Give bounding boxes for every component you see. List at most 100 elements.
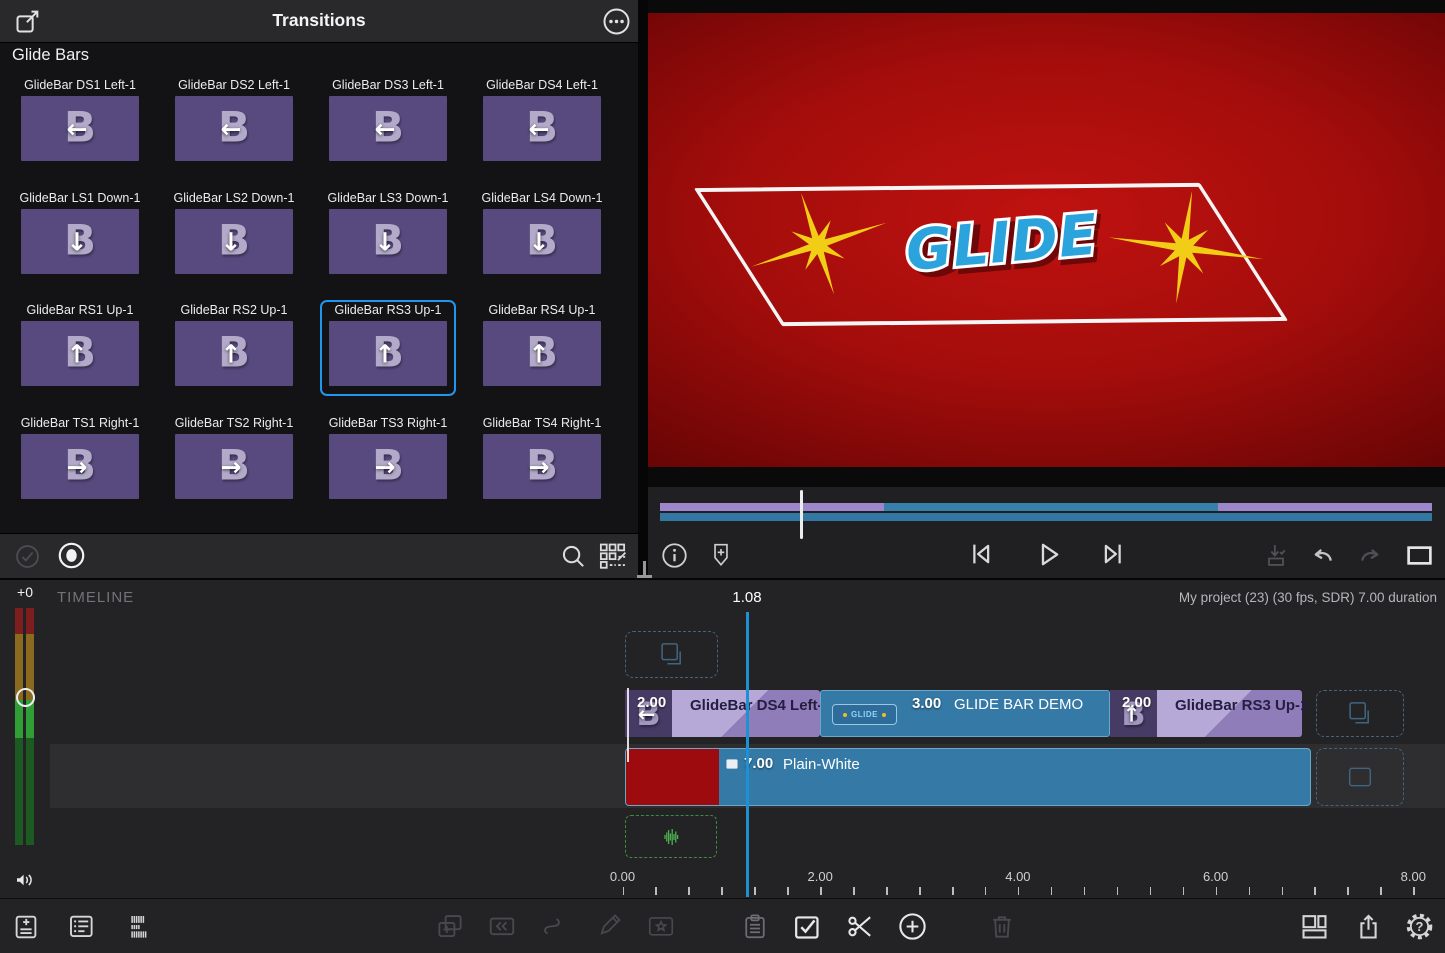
share-export-button[interactable] bbox=[1351, 906, 1385, 946]
clip-transition-in[interactable]: B ← 2.00 GlideBar DS4 Left-1 bbox=[625, 690, 820, 737]
undo-button[interactable] bbox=[1304, 536, 1340, 574]
select-clips-button[interactable] bbox=[789, 906, 823, 946]
transition-item-glidebar-ds3-left-1[interactable]: GlideBar DS3 Left-1B← bbox=[320, 75, 456, 171]
transition-grid: GlideBar DS1 Left-1B←GlideBar DS2 Left-1… bbox=[0, 0, 638, 533]
delete-clip-button[interactable] bbox=[985, 906, 1019, 946]
direction-arrow-icon: ↓ bbox=[18, 227, 136, 256]
ruler-tick bbox=[1314, 887, 1316, 895]
help-settings-button[interactable]: ? bbox=[1402, 906, 1436, 946]
transition-item-glidebar-rs1-up-1[interactable]: GlideBar RS1 Up-1B↑ bbox=[12, 300, 148, 396]
record-preview-button[interactable] bbox=[53, 536, 89, 574]
transition-item-label: GlideBar LS1 Down-1 bbox=[14, 191, 146, 205]
clip-main-title[interactable]: GLIDE 3.00 GLIDE BAR DEMO bbox=[820, 690, 1110, 737]
clip-duration: 2.00 bbox=[637, 694, 666, 711]
timeline-label: TIMELINE bbox=[57, 589, 134, 606]
ruler-label: 6.00 bbox=[1192, 869, 1240, 884]
transition-item-label: GlideBar TS4 Right-1 bbox=[476, 416, 608, 430]
audio-track-drop-target[interactable] bbox=[625, 815, 717, 858]
transition-thumbnail: B→ bbox=[175, 434, 293, 499]
clip-name: Plain-White bbox=[783, 756, 860, 773]
clip-speed-button[interactable] bbox=[485, 906, 519, 946]
direction-arrow-icon: → bbox=[172, 452, 290, 481]
transition-item-glidebar-ds1-left-1[interactable]: GlideBar DS1 Left-1B← bbox=[12, 75, 148, 171]
transition-thumbnail: B↓ bbox=[329, 209, 447, 274]
add-clip-button[interactable] bbox=[895, 906, 929, 946]
transition-item-glidebar-ts2-right-1[interactable]: GlideBar TS2 Right-1B→ bbox=[166, 413, 302, 509]
transition-item-glidebar-rs3-up-1[interactable]: GlideBar RS3 Up-1B↑ bbox=[320, 300, 456, 396]
scrubber-track1-bar[interactable] bbox=[660, 503, 1432, 511]
preview-area: GLIDE GLIDE bbox=[648, 0, 1445, 487]
layout-toggle-button[interactable] bbox=[1297, 906, 1331, 946]
transition-item-label: GlideBar TS3 Right-1 bbox=[322, 416, 454, 430]
thumbnail-view-options-icon[interactable] bbox=[594, 536, 630, 574]
ruler-tick bbox=[1084, 887, 1086, 895]
bottom-toolbar: ? bbox=[0, 898, 1445, 953]
transition-item-glidebar-rs4-up-1[interactable]: GlideBar RS4 Up-1B↑ bbox=[474, 300, 610, 396]
clip-transition-out[interactable]: B ↑ 2.00 GlideBar RS3 Up-1 bbox=[1110, 690, 1302, 737]
transition-thumbnail: B↓ bbox=[175, 209, 293, 274]
timeline-ruler[interactable]: 0.002.004.006.008.00 bbox=[0, 580, 1445, 898]
ruler-tick bbox=[1347, 887, 1349, 895]
transition-item-label: GlideBar RS1 Up-1 bbox=[14, 303, 146, 317]
panel-resize-handle[interactable] bbox=[643, 561, 646, 576]
transition-item-glidebar-ls4-down-1[interactable]: GlideBar LS4 Down-1B↓ bbox=[474, 188, 610, 284]
redo-button[interactable] bbox=[1353, 536, 1389, 574]
ruler-label: 0.00 bbox=[599, 869, 647, 884]
add-media-to-timeline-button[interactable] bbox=[9, 906, 43, 946]
speaker-icon[interactable] bbox=[7, 861, 43, 899]
scrubber-track2-bar[interactable] bbox=[660, 513, 1432, 521]
transition-thumbnail: B↓ bbox=[483, 209, 601, 274]
play-button[interactable] bbox=[1029, 535, 1065, 573]
project-info: My project (23) (30 fps, SDR) 7.00 durat… bbox=[1179, 590, 1437, 605]
transition-item-glidebar-ls2-down-1[interactable]: GlideBar LS2 Down-1B↓ bbox=[166, 188, 302, 284]
track2-append-drop-target[interactable] bbox=[1316, 748, 1404, 806]
ruler-tick bbox=[688, 887, 690, 895]
link-clips-button[interactable] bbox=[535, 906, 569, 946]
timeline-playhead[interactable] bbox=[746, 612, 749, 897]
select-check-icon[interactable] bbox=[9, 537, 45, 575]
track1-append-drop-target[interactable] bbox=[1316, 690, 1404, 737]
direction-arrow-icon: ↓ bbox=[326, 227, 444, 256]
edit-clip-button[interactable] bbox=[592, 906, 626, 946]
transition-thumbnail: B← bbox=[483, 96, 601, 161]
transition-item-glidebar-rs2-up-1[interactable]: GlideBar RS2 Up-1B↑ bbox=[166, 300, 302, 396]
video-frame: GLIDE GLIDE bbox=[648, 13, 1445, 467]
video-editor-app: Transitions Glide Bars GlideBar DS1 Left… bbox=[0, 0, 1445, 953]
thumb-star-dot bbox=[843, 713, 847, 717]
transition-item-glidebar-ds4-left-1[interactable]: GlideBar DS4 Left-1B← bbox=[474, 75, 610, 171]
transition-item-glidebar-ds2-left-1[interactable]: GlideBar DS2 Left-1B← bbox=[166, 75, 302, 171]
ruler-tick bbox=[787, 887, 789, 895]
search-icon[interactable] bbox=[555, 537, 591, 575]
clip-info-button[interactable] bbox=[656, 536, 692, 574]
clip-effects-button[interactable] bbox=[644, 906, 678, 946]
insert-to-timeline-button[interactable] bbox=[1258, 536, 1294, 574]
paste-attributes-button[interactable] bbox=[738, 906, 772, 946]
transition-item-glidebar-ts1-right-1[interactable]: GlideBar TS1 Right-1B→ bbox=[12, 413, 148, 509]
skip-to-end-button[interactable] bbox=[1096, 535, 1132, 573]
add-marker-button[interactable] bbox=[703, 536, 739, 574]
transition-item-glidebar-ts3-right-1[interactable]: GlideBar TS3 Right-1 B→ bbox=[320, 413, 456, 509]
panel-divider[interactable] bbox=[638, 0, 648, 578]
meter-gain-knob[interactable] bbox=[16, 688, 35, 707]
overlay-add-button[interactable] bbox=[433, 906, 467, 946]
overlay-track-drop-target[interactable] bbox=[625, 631, 718, 678]
source-library-button[interactable] bbox=[64, 906, 98, 946]
transition-thumbnail: B→ bbox=[329, 434, 447, 499]
display-output-button[interactable] bbox=[1401, 536, 1437, 574]
audio-mixer-button[interactable] bbox=[122, 906, 156, 946]
direction-arrow-icon: ← bbox=[480, 114, 598, 143]
transition-item-glidebar-ls3-down-1[interactable]: GlideBar LS3 Down-1B↓ bbox=[320, 188, 456, 284]
skip-to-start-button[interactable] bbox=[962, 535, 998, 573]
split-clip-button[interactable] bbox=[843, 906, 877, 946]
clip-duration: 3.00 bbox=[912, 695, 941, 712]
ruler-tick bbox=[655, 887, 657, 895]
direction-arrow-icon: ↓ bbox=[172, 227, 290, 256]
transition-item-label: GlideBar DS3 Left-1 bbox=[322, 78, 454, 92]
film-clip-icon bbox=[725, 757, 739, 771]
scrubber-playhead[interactable] bbox=[800, 490, 803, 539]
ruler-tick bbox=[1413, 887, 1415, 895]
transport-bar bbox=[648, 487, 1445, 578]
transition-item-glidebar-ts4-right-1[interactable]: GlideBar TS4 Right-1B→ bbox=[474, 413, 610, 509]
transition-item-glidebar-ls1-down-1[interactable]: GlideBar LS1 Down-1B↓ bbox=[12, 188, 148, 284]
clip-plain-white[interactable]: 7.00 Plain-White bbox=[625, 748, 1311, 806]
